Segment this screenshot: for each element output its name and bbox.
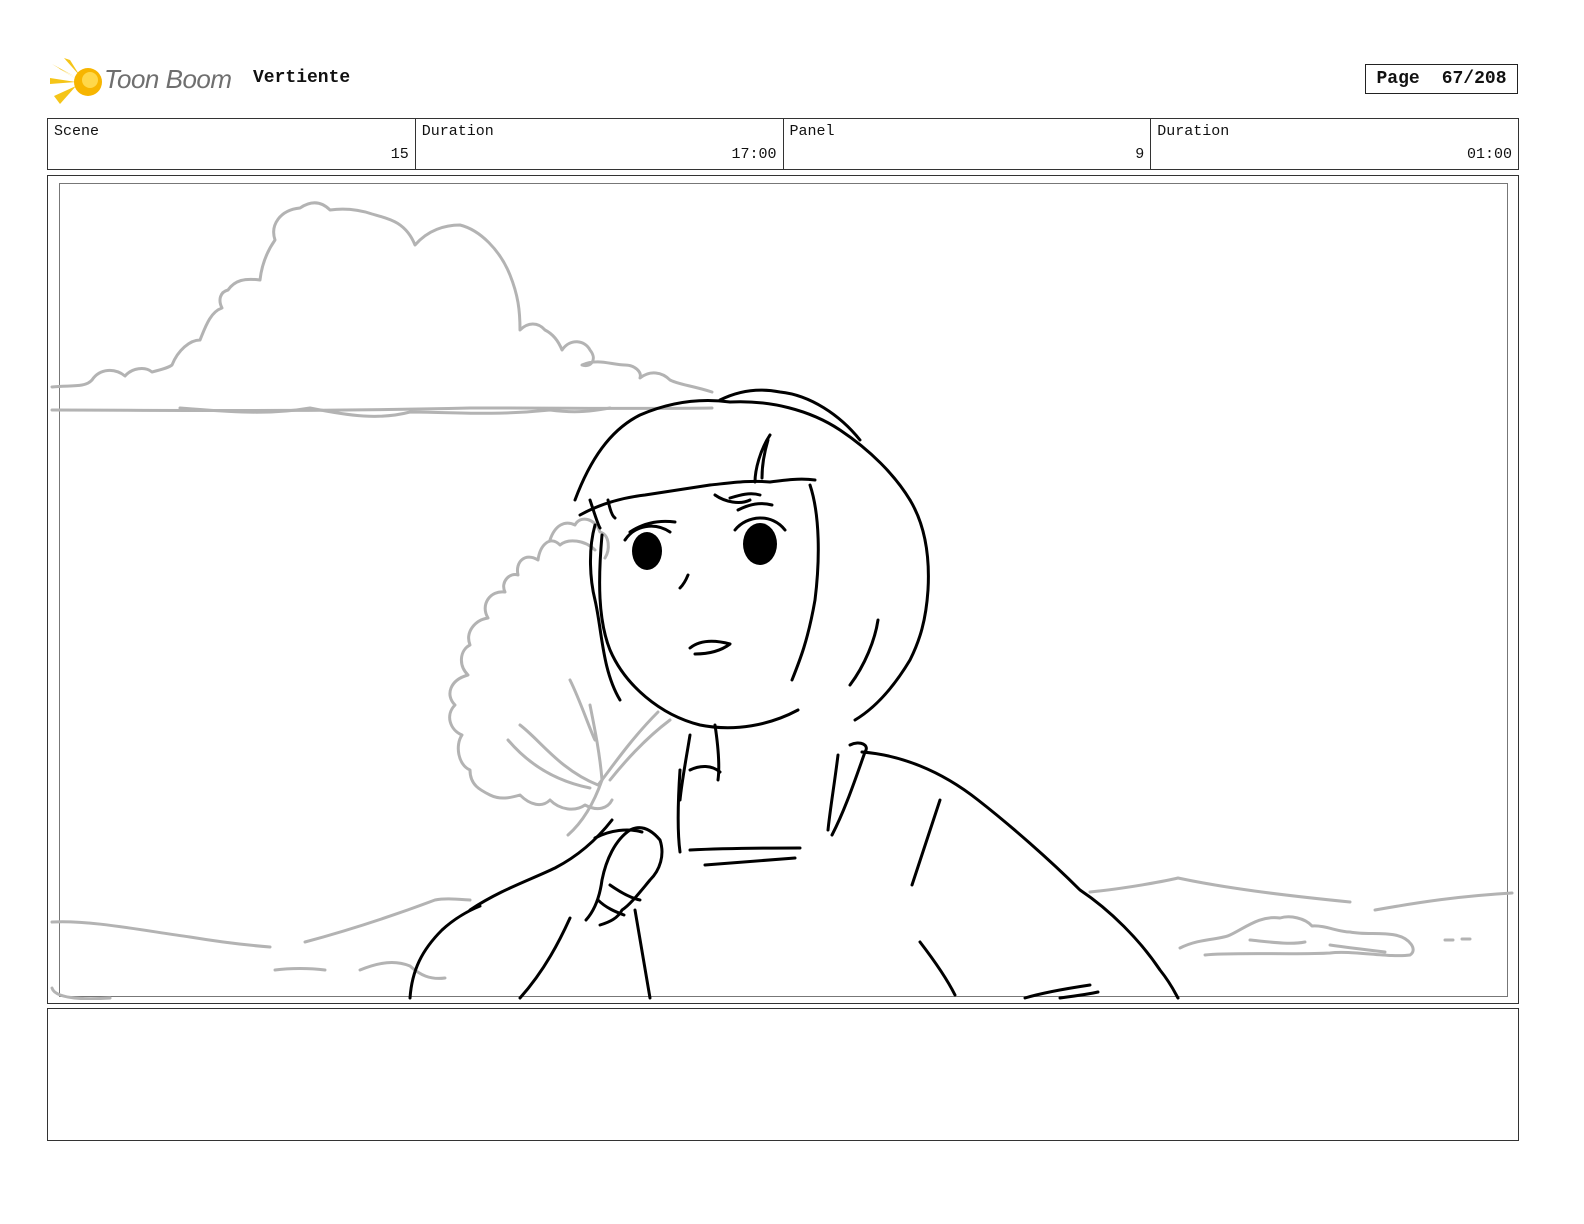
nose (678, 573, 690, 590)
cloud-outline (50, 201, 714, 394)
eyes (632, 523, 777, 570)
scene-duration-cell: Duration 17:00 (416, 119, 784, 169)
panel-value: 9 (1135, 146, 1145, 163)
project-title: Vertiente (253, 68, 351, 88)
bush-left-ground (273, 961, 447, 980)
sleeve-right-bottom (1023, 983, 1100, 1000)
right-eyebrow (736, 502, 774, 512)
panel-duration-value: 01:00 (1466, 146, 1512, 163)
toon-boom-burst-icon (50, 58, 102, 104)
scene-value: 15 (390, 146, 409, 163)
background-sketch (50, 201, 1514, 1000)
hair-bun-top (718, 388, 862, 442)
page-number: 67/208 (1441, 69, 1507, 89)
hair-right-strand (848, 618, 880, 687)
face-outline (598, 533, 800, 730)
panel-info-row: Scene 15 Duration 17:00 Panel 9 Duration… (47, 118, 1519, 170)
cloud-base-line (50, 406, 714, 412)
hill-left (50, 920, 272, 949)
toon-boom-logo: Toon Boom (48, 56, 238, 106)
right-eye (743, 523, 777, 565)
neck-left (678, 733, 692, 802)
fist (584, 826, 664, 927)
hair-top (573, 399, 912, 502)
hill-mid-left (303, 897, 472, 944)
storyboard-header: Toon Boom Vertiente Page 67/208 (48, 52, 1518, 108)
shoulder-left-outer (408, 904, 482, 1000)
logo-wordmark: Toon Boom (104, 64, 232, 94)
scene-cell: Scene 15 (48, 119, 416, 169)
panel-duration-label: Duration (1157, 123, 1230, 140)
shirt-left-strap (688, 765, 722, 774)
arm-down (518, 908, 652, 1000)
shoulder-left (468, 818, 614, 912)
hair-right-inner (790, 483, 820, 682)
left-eye (632, 532, 662, 570)
panel-notes-box (47, 1008, 1519, 1141)
page-indicator: Page 67/208 (1365, 64, 1518, 94)
tree-outline (448, 539, 614, 811)
scene-label: Scene (54, 123, 100, 140)
bush-right-strokes (1248, 937, 1472, 954)
collar (688, 846, 802, 867)
bangs (578, 477, 817, 517)
arm-crease-right (910, 798, 957, 997)
panel-duration-cell: Duration 01:00 (1151, 119, 1518, 169)
foreground-corner (50, 986, 112, 1000)
character-drawing (408, 388, 1180, 1000)
hill-right (1088, 876, 1352, 904)
page-label: Page (1376, 69, 1420, 89)
mouth (688, 639, 732, 656)
brow-furrow (713, 492, 762, 504)
storyboard-sketch (50, 201, 1514, 1000)
scene-duration-value: 17:00 (731, 146, 777, 163)
scene-duration-label: Duration (421, 123, 494, 140)
hill-far-right (1373, 891, 1514, 912)
hair-right-side (853, 498, 930, 722)
shirt-right-strap (826, 741, 868, 837)
collar-left (676, 768, 682, 854)
panel-label: Panel (789, 123, 835, 140)
shoulder-right (860, 750, 1180, 1000)
panel-cell: Panel 9 (784, 119, 1152, 169)
